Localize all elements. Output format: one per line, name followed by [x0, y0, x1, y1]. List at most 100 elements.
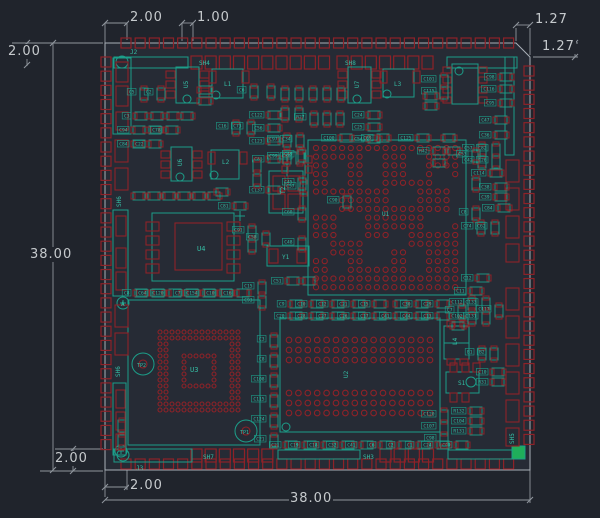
- ref-label: C17: [360, 314, 369, 320]
- ref-label: C62: [477, 224, 486, 230]
- ref-label: C7: [175, 291, 181, 297]
- ref-label: B2: [479, 350, 485, 356]
- ref-label: C94: [119, 128, 128, 134]
- ref-label: C21: [271, 443, 280, 449]
- ref-label: C12: [318, 302, 327, 308]
- ref-label: C100: [323, 136, 334, 142]
- ref-label: C123: [251, 139, 262, 145]
- ref-label[interactable]: SH6: [115, 366, 122, 377]
- component-outline[interactable]: [511, 445, 526, 460]
- ref-label: C44: [402, 314, 411, 320]
- ref-label: C116: [483, 87, 494, 93]
- ref-label: C56: [254, 126, 263, 132]
- ref-label: C22: [135, 142, 144, 148]
- ref-label[interactable]: SH6: [116, 196, 123, 207]
- ref-label: C21: [339, 302, 348, 308]
- ref-label: C60: [284, 210, 293, 216]
- ref-label: C25: [354, 125, 363, 131]
- ref-label[interactable]: SH5: [509, 433, 516, 444]
- ref-label: C24: [423, 443, 432, 449]
- ref-label[interactable]: U3: [190, 366, 198, 374]
- ref-label: C95: [486, 101, 495, 107]
- ref-label: C51: [273, 279, 282, 285]
- ref-label[interactable]: S1: [458, 380, 466, 387]
- ref-label: R27: [296, 115, 305, 121]
- ref-label: C115: [253, 397, 264, 403]
- ref-label: C98: [426, 436, 435, 442]
- ref-label[interactable]: J2: [130, 49, 138, 56]
- ref-label: C133: [465, 300, 476, 306]
- ref-label[interactable]: A: [121, 301, 125, 308]
- ref-label: C49: [284, 152, 293, 158]
- ref-label[interactable]: U7: [354, 80, 361, 88]
- dim-bottom-offset-label: 2.00: [54, 451, 89, 466]
- ref-label: C122: [251, 113, 262, 119]
- ref-label[interactable]: L1: [224, 81, 232, 88]
- ref-label: C125: [400, 136, 411, 142]
- dim-board-width-label: 38.00: [289, 491, 334, 506]
- ref-label: C30: [402, 302, 411, 308]
- ref-label[interactable]: U2: [343, 370, 350, 378]
- dim-chamfer-y-label: 1.27: [541, 39, 576, 54]
- ref-label: C8: [259, 357, 265, 363]
- pcb-layout-canvas[interactable]: C5 C2 C6R27C3C94 C78C84 C22C16 C73C122C56C123…: [0, 0, 600, 518]
- pcb-cad-viewport[interactable]: C5 C2 C6 R27 C3 C94 C78 C84 C22 C16 C73 C122 C56 C123…: [0, 0, 600, 518]
- ref-label[interactable]: TP2: [137, 363, 146, 369]
- dim-chamfer-x-label: 1.27: [534, 12, 569, 27]
- ref-label: C154: [186, 291, 197, 297]
- ref-label: C24: [354, 113, 363, 119]
- ref-label: C53: [458, 152, 467, 158]
- ref-label: C101: [423, 77, 434, 83]
- ref-label: C73: [233, 124, 242, 130]
- ref-label[interactable]: SH8: [345, 60, 356, 67]
- ref-label: C26: [339, 314, 348, 320]
- ref-label: C9: [279, 302, 285, 308]
- dim-bottom-left-label: 2.00: [129, 478, 164, 493]
- ref-label[interactable]: U6: [177, 158, 184, 166]
- ref-label: C16: [223, 291, 232, 297]
- ref-label[interactable]: L4: [452, 337, 459, 345]
- ref-label: C18: [309, 443, 318, 449]
- ref-label[interactable]: U5: [183, 80, 190, 88]
- ref-label: C29: [423, 302, 432, 308]
- ref-label[interactable]: L3: [394, 81, 402, 88]
- ref-label: C34: [282, 137, 291, 143]
- dim-left-offset-label: 2.00: [7, 44, 42, 59]
- ref-label: C48: [284, 240, 293, 246]
- ref-label: C8: [461, 210, 467, 216]
- ref-label: C6: [369, 443, 375, 449]
- ref-label: C120: [423, 412, 434, 418]
- ref-label[interactable]: U1: [382, 211, 390, 218]
- ref-label[interactable]: L2: [222, 159, 230, 166]
- ref-label[interactable]: U4: [197, 245, 205, 253]
- ref-label: C124: [253, 417, 264, 423]
- ref-label: C5: [129, 90, 135, 96]
- ref-label: C16: [218, 124, 227, 130]
- ref-label: R31: [478, 380, 487, 386]
- ref-label: C13: [423, 314, 432, 320]
- ref-label: C19: [290, 443, 299, 449]
- ref-label[interactable]: J3: [136, 465, 144, 472]
- ref-label[interactable]: SH4: [199, 60, 210, 67]
- ref-label: C3: [124, 114, 130, 120]
- ref-label: C93: [244, 298, 253, 304]
- ref-label: C15: [244, 284, 253, 290]
- ref-label: C10: [297, 302, 306, 308]
- ref-label: C131: [465, 314, 476, 320]
- ref-label: C41: [347, 443, 356, 449]
- ref-label: C15: [360, 302, 369, 308]
- ref-label[interactable]: SH3: [363, 454, 374, 461]
- ref-label[interactable]: TP1: [240, 430, 249, 436]
- ref-label[interactable]: Y1: [282, 254, 290, 261]
- ref-label: C97: [269, 137, 278, 143]
- ref-label[interactable]: SH7: [203, 454, 214, 461]
- ref-label: B1: [467, 350, 473, 356]
- ref-label: C10: [206, 291, 215, 297]
- ref-label[interactable]: T2: [280, 186, 287, 194]
- dim-top-offset-label: 2.00: [129, 10, 164, 25]
- ref-label: C12: [463, 276, 472, 282]
- ref-label: C10: [478, 370, 487, 376]
- ref-label: C78: [152, 128, 161, 134]
- ref-label: C20: [276, 314, 285, 320]
- ref-label: R131: [453, 429, 464, 435]
